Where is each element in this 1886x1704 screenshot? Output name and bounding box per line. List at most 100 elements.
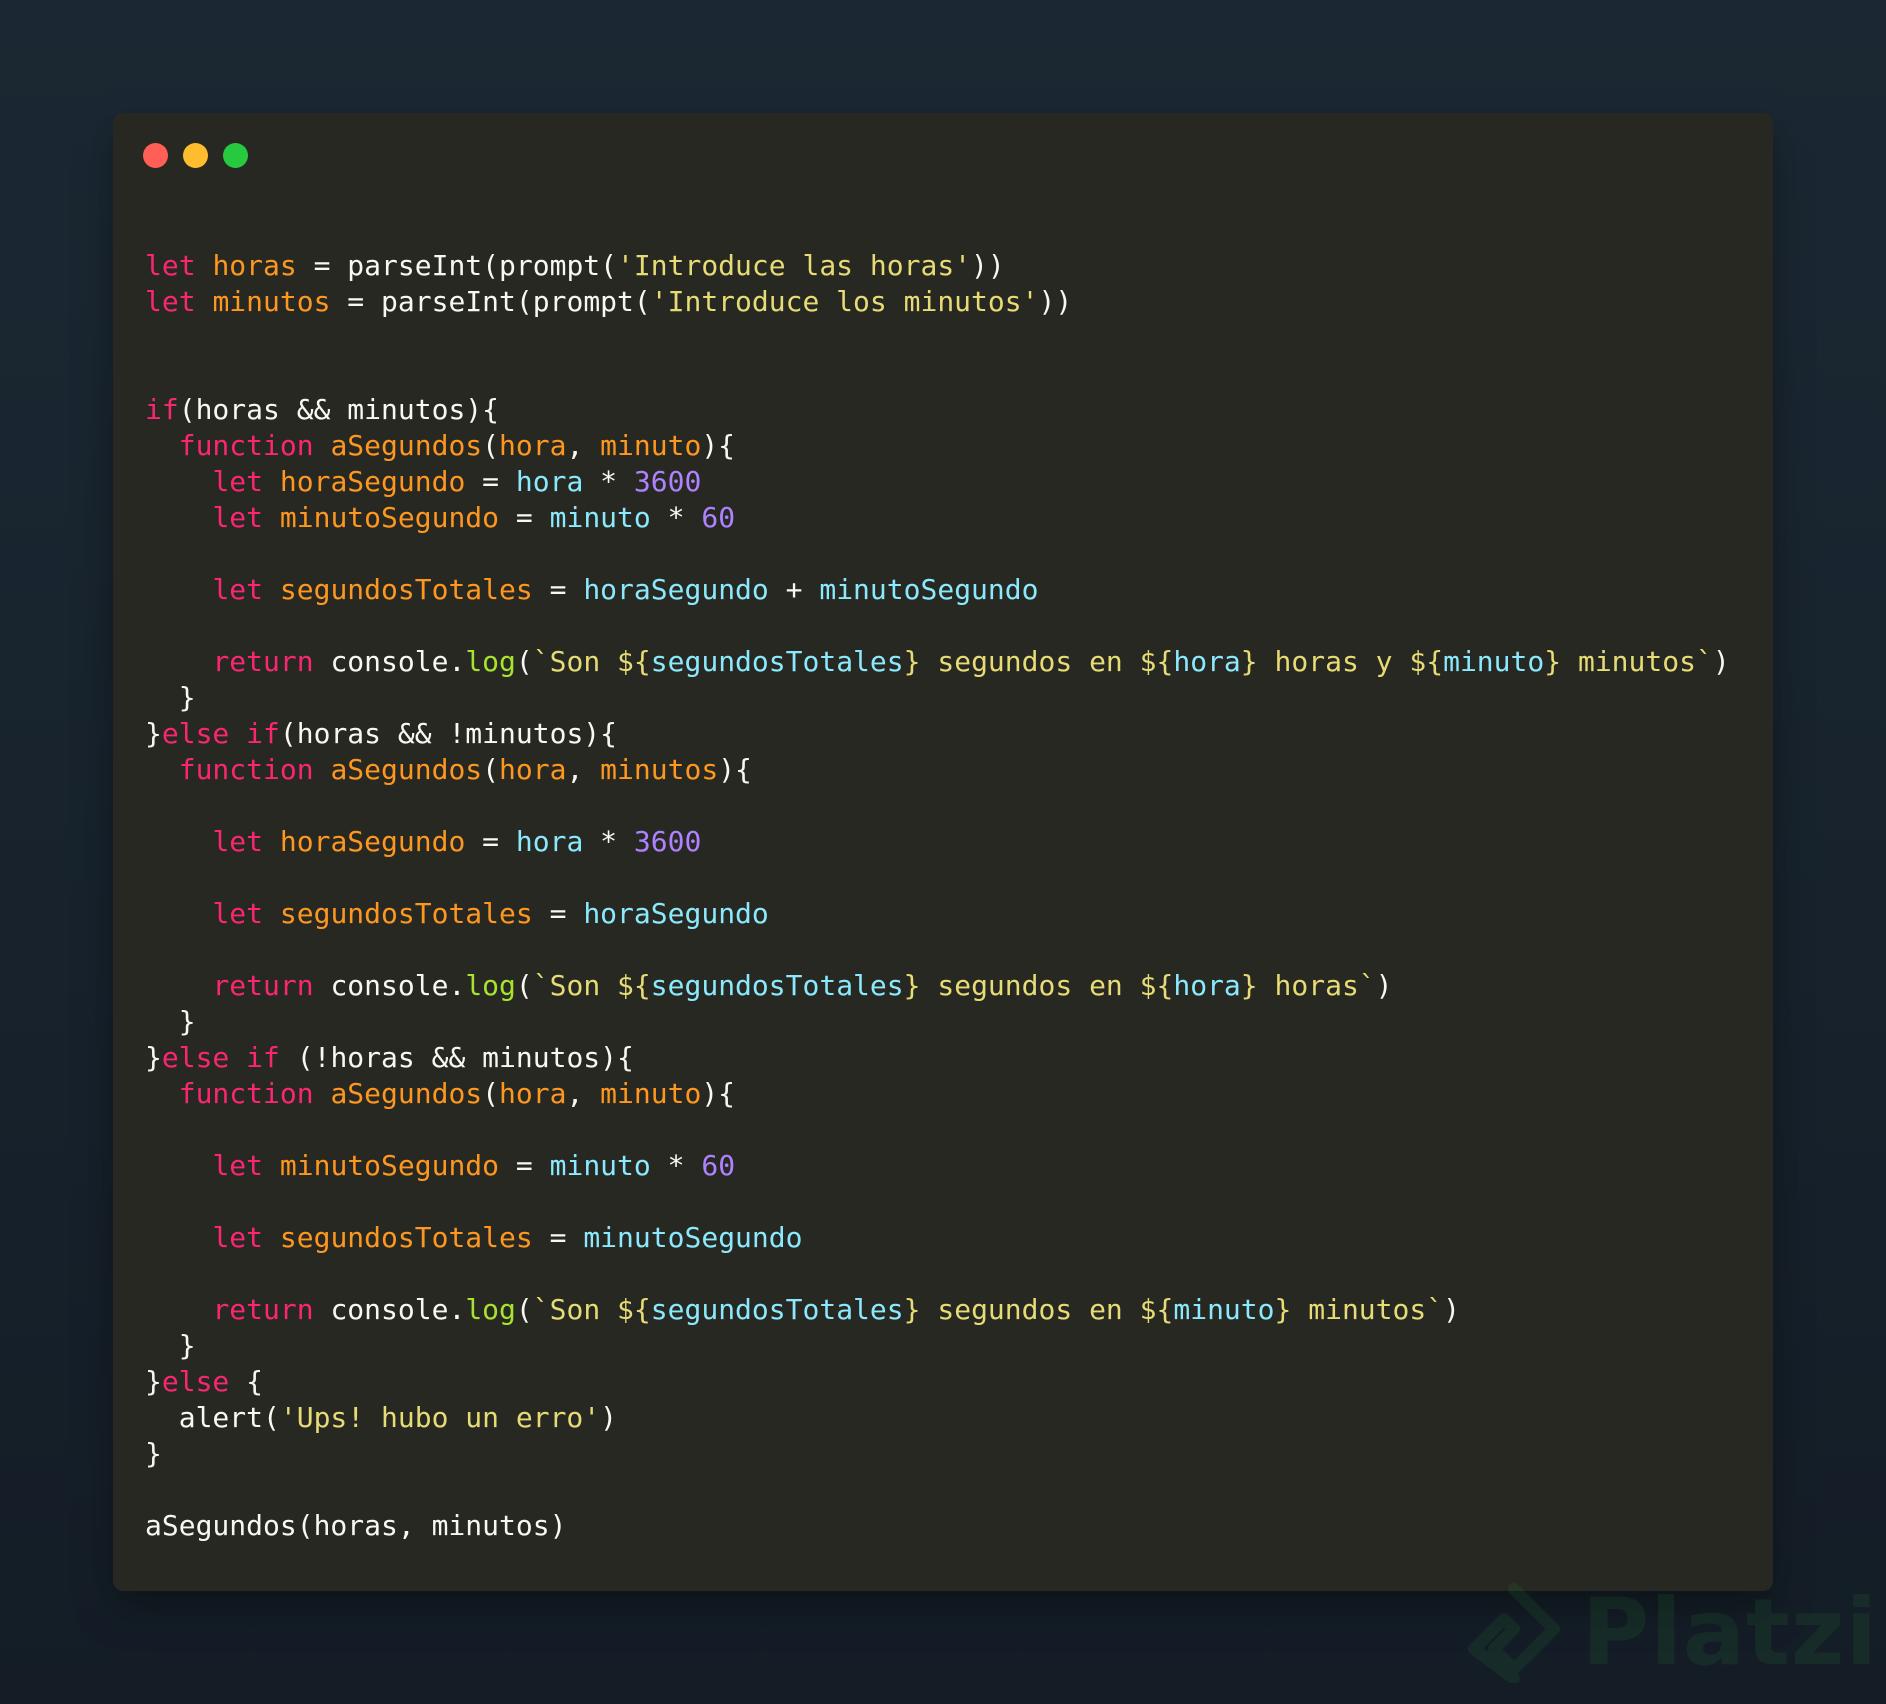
code-token: * [583, 465, 634, 498]
code-token: console. [313, 969, 466, 1002]
code-token: ) [600, 1401, 618, 1434]
code-token: let [212, 1221, 264, 1254]
code-token: hora [1173, 969, 1241, 1002]
code-token: ( [515, 969, 533, 1002]
code-token: aSegundos [330, 429, 483, 462]
code-token: aSegundos(horas, minutos) [145, 1509, 567, 1542]
code-token: (horas && !minutos){ [279, 717, 618, 750]
code-token: = parseInt(prompt( [330, 285, 651, 318]
code-token: segundosTotales [279, 1221, 533, 1254]
code-line: } [145, 1436, 1730, 1472]
code-token: hora [1173, 645, 1241, 678]
code-token: let [212, 573, 264, 606]
code-token: ( [482, 429, 500, 462]
minimize-dot-icon[interactable] [183, 143, 208, 168]
code-line: function aSegundos(hora, minuto){ [145, 1076, 1730, 1112]
code-token: } [145, 1005, 196, 1038]
window-controls [143, 143, 248, 168]
code-token: } [145, 717, 162, 750]
code-token: `Son ${ [532, 1293, 651, 1326]
code-token: ( [515, 1293, 533, 1326]
code-line: if(horas && minutos){ [145, 392, 1730, 428]
code-line: }else if (!horas && minutos){ [145, 1040, 1730, 1076]
code-line: alert('Ups! hubo un erro') [145, 1400, 1730, 1436]
code-token: minutoSegundo [279, 1149, 500, 1182]
code-token: 'Ups! hubo un erro' [279, 1401, 601, 1434]
code-token: let [212, 825, 264, 858]
code-token: function [178, 753, 314, 786]
code-line: let minutos = parseInt(prompt('Introduce… [145, 284, 1730, 320]
code-token: let [212, 501, 264, 534]
code-token: = [499, 1149, 550, 1182]
code-token: , [566, 1077, 601, 1110]
code-token: function [178, 1077, 314, 1110]
code-token: hora [515, 465, 584, 498]
code-token: } segundos en ${ [903, 1293, 1174, 1326]
code-token: = [532, 1221, 584, 1254]
code-token: ){ [718, 753, 752, 786]
code-token: let [212, 465, 264, 498]
code-token: 3600 [633, 465, 702, 498]
code-token: } horas y ${ [1240, 645, 1444, 678]
watermark-text: Platzi [1581, 1579, 1878, 1686]
code-line: aSegundos(horas, minutos) [145, 1508, 1730, 1544]
code-token: ( [482, 753, 500, 786]
code-token: minutos [212, 285, 331, 318]
code-token: } minutos` [1274, 1293, 1444, 1326]
code-line: let minutoSegundo = minuto * 60 [145, 500, 1730, 536]
code-token: function [178, 429, 314, 462]
close-dot-icon[interactable] [143, 143, 168, 168]
code-line: } [145, 1004, 1730, 1040]
code-token: } [145, 1041, 162, 1074]
code-line: } [145, 680, 1730, 716]
code-token: console. [313, 1293, 466, 1326]
code-token: minuto [1443, 645, 1545, 678]
code-token: ){ [701, 1077, 736, 1110]
code-token: minuto [1173, 1293, 1275, 1326]
code-token: * [650, 1149, 702, 1182]
platzi-watermark: Platzi [1466, 1579, 1878, 1686]
code-token: minutoSegundo [819, 573, 1039, 606]
code-token: 'Introduce los minutos' [650, 285, 1039, 318]
code-token: * [583, 825, 634, 858]
code-token: + [768, 573, 820, 606]
code-token: aSegundos [330, 1077, 483, 1110]
code-token: segundosTotales [650, 645, 904, 678]
code-token: hora [515, 825, 584, 858]
code-line: }else if(horas && !minutos){ [145, 716, 1730, 752]
code-token: ){ [701, 429, 736, 462]
code-token: (!horas && minutos){ [279, 1041, 634, 1074]
code-token: let [145, 249, 196, 282]
code-token: minuto [549, 1149, 651, 1182]
code-line: function aSegundos(hora, minutos){ [145, 752, 1730, 788]
code-line: return console.log(`Son ${segundosTotale… [145, 644, 1729, 680]
code-token: = [532, 897, 584, 930]
code-token: } segundos en ${ [903, 969, 1174, 1002]
maximize-dot-icon[interactable] [223, 143, 248, 168]
code-token: alert( [145, 1401, 280, 1434]
code-token: } segundos en ${ [903, 645, 1174, 678]
code-token: segundosTotales [279, 573, 533, 606]
code-token: horas [212, 249, 297, 282]
code-token: minutoSegundo [583, 1221, 803, 1254]
code-token: segundosTotales [650, 969, 904, 1002]
code-token: } [145, 1365, 162, 1398]
code-token: `Son ${ [532, 969, 651, 1002]
code-token: } [145, 681, 196, 714]
code-token: log [465, 1293, 516, 1326]
code-token: )) [971, 249, 1005, 282]
